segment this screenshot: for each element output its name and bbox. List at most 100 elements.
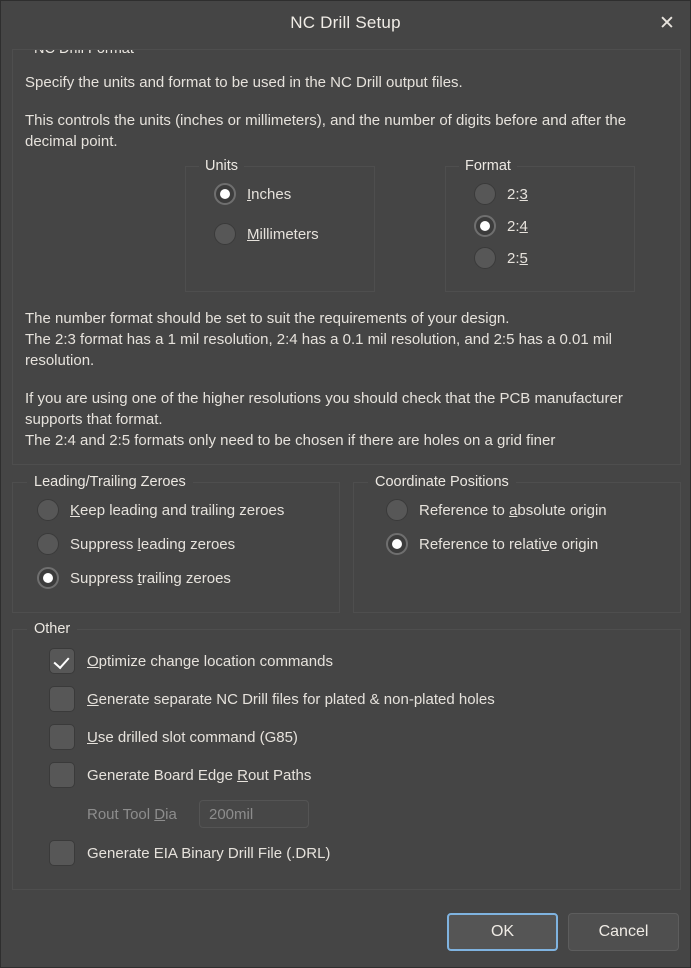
checkbox-eia-binary-drill-file[interactable]: Generate EIA Binary Drill File (.DRL) (49, 840, 668, 866)
units-group: Units Inches Millimeters (185, 158, 375, 292)
radio-icon-relative-origin[interactable] (386, 533, 408, 555)
label-post: ptimize change location commands (98, 652, 333, 670)
radio-icon-millimeters[interactable] (214, 223, 236, 245)
label-accel: U (87, 728, 98, 746)
label-pre: Generate Board Edge (87, 766, 238, 784)
footer-buttons: OK Cancel (12, 909, 679, 955)
radio-label-2-3[interactable]: 2:3 (507, 186, 528, 203)
label-accel: R (237, 766, 248, 784)
checkbox-board-edge-rout-paths[interactable]: Generate Board Edge Rout Paths (49, 762, 668, 788)
radio-format-2-4[interactable]: 2:4 (474, 215, 620, 237)
zeroes-coordinate-row: Leading/Trailing Zeroes Keep leading and… (12, 474, 681, 613)
checkbox-label-drilled-slot-command[interactable]: Use drilled slot command (G85) (87, 729, 298, 746)
radio-icon-absolute-origin[interactable] (386, 499, 408, 521)
format-paragraph-2: This controls the units (inches or milli… (25, 112, 627, 150)
checkbox-icon-generate-separate-files[interactable] (49, 686, 75, 712)
radio-format-2-5[interactable]: 2:5 (474, 247, 620, 269)
radio-icon-2-4[interactable] (474, 215, 496, 237)
checkbox-icon-eia-binary-drill-file[interactable] (49, 840, 75, 866)
radio-units-millimeters[interactable]: Millimeters (214, 223, 360, 245)
label-pre: Suppress (70, 535, 138, 553)
label-pre: 2: (507, 217, 520, 235)
radio-label-suppress-leading[interactable]: Suppress leading zeroes (70, 536, 235, 553)
radio-absolute-origin[interactable]: Reference to absolute origin (386, 499, 668, 521)
title-bar: NC Drill Setup ✕ (1, 1, 690, 45)
units-legend: Units (199, 158, 245, 174)
label-accel: 4 (519, 217, 528, 235)
format-paragraph-1: Specify the units and format to be used … (25, 74, 463, 91)
radio-suppress-trailing[interactable]: Suppress trailing zeroes (37, 567, 327, 589)
format-legend: Format (459, 158, 517, 174)
checkbox-label-optimize-change-location[interactable]: Optimize change location commands (87, 653, 333, 670)
radio-label-keep-zeroes[interactable]: Keep leading and trailing zeroes (70, 502, 284, 519)
label-pre: 2: (507, 185, 520, 203)
checkbox-generate-separate-files[interactable]: Generate separate NC Drill files for pla… (49, 686, 668, 712)
label-post: e origin (549, 535, 599, 553)
radio-keep-zeroes[interactable]: Keep leading and trailing zeroes (37, 499, 327, 521)
label-accel: 5 (519, 249, 528, 267)
coordinate-positions-group: Coordinate Positions Reference to absolu… (353, 474, 681, 613)
label-post: nches (251, 185, 292, 203)
radio-icon-suppress-trailing[interactable] (37, 567, 59, 589)
label-pre: Reference to relati (419, 535, 542, 553)
label-post: enerate separate NC Drill files for plat… (98, 690, 495, 708)
radio-label-2-4[interactable]: 2:4 (507, 218, 528, 235)
label-post: eading zeroes (140, 535, 236, 553)
radio-label-2-5[interactable]: 2:5 (507, 250, 528, 267)
radio-label-millimeters[interactable]: Millimeters (247, 226, 319, 243)
radio-label-inches[interactable]: Inches (247, 186, 291, 203)
coordinate-legend: Coordinate Positions (368, 474, 516, 490)
label-accel: 3 (519, 185, 528, 203)
rout-tool-dia-row: Rout Tool Dia (87, 800, 668, 828)
label-post: ia (165, 805, 177, 823)
checkbox-icon-drilled-slot-command[interactable] (49, 724, 75, 750)
radio-icon-2-5[interactable] (474, 247, 496, 269)
radio-relative-origin[interactable]: Reference to relative origin (386, 533, 668, 555)
rout-tool-dia-input[interactable] (199, 800, 309, 828)
rout-tool-dia-label: Rout Tool Dia (87, 806, 199, 823)
nc-drill-format-legend: NC Drill Format (27, 50, 141, 57)
checkbox-optimize-change-location[interactable]: Optimize change location commands (49, 648, 668, 674)
label-accel: G (87, 690, 99, 708)
checkbox-label-generate-separate-files[interactable]: Generate separate NC Drill files for pla… (87, 691, 495, 708)
label-post: eep leading and trailing zeroes (80, 501, 285, 519)
leading-trailing-zeroes-group: Leading/Trailing Zeroes Keep leading and… (12, 474, 340, 613)
radio-label-relative-origin[interactable]: Reference to relative origin (419, 536, 598, 553)
format-paragraph-3: The number format should be set to suit … (25, 310, 612, 369)
label-accel: D (154, 805, 166, 823)
cancel-button[interactable]: Cancel (568, 913, 679, 951)
radio-icon-inches[interactable] (214, 183, 236, 205)
label-post: out Paths (247, 766, 312, 784)
zeroes-legend: Leading/Trailing Zeroes (27, 474, 193, 490)
radio-units-inches[interactable]: Inches (214, 183, 360, 205)
label-accel: M (247, 225, 260, 243)
radio-label-suppress-trailing[interactable]: Suppress trailing zeroes (70, 570, 231, 587)
format-paragraph-4: If you are using one of the higher resol… (25, 390, 623, 449)
radio-suppress-leading[interactable]: Suppress leading zeroes (37, 533, 327, 555)
label-pre: Suppress (70, 569, 138, 587)
radio-icon-keep-zeroes[interactable] (37, 499, 59, 521)
label-pre: Reference to (419, 501, 510, 519)
other-legend: Other (27, 621, 78, 637)
dialog-title: NC Drill Setup (290, 13, 401, 32)
checkbox-icon-board-edge-rout-paths[interactable] (49, 762, 75, 788)
label-post: se drilled slot command (G85) (97, 728, 298, 746)
checkbox-icon-optimize-change-location[interactable] (49, 648, 75, 674)
checkbox-label-board-edge-rout-paths[interactable]: Generate Board Edge Rout Paths (87, 767, 311, 784)
units-format-row: Units Inches Millimeters Format 2:3 2:4 … (185, 158, 668, 292)
radio-icon-2-3[interactable] (474, 183, 496, 205)
label-post: illimeters (259, 225, 319, 243)
radio-icon-suppress-leading[interactable] (37, 533, 59, 555)
nc-drill-format-group: NC Drill Format Specify the units and fo… (12, 49, 681, 465)
label-pre: Generate EIA Binary Drill File (.DRL) (87, 844, 331, 862)
label-pre: Rout Tool (87, 805, 155, 823)
radio-format-2-3[interactable]: 2:3 (474, 183, 620, 205)
label-accel: O (87, 652, 99, 670)
checkbox-label-eia-binary-drill-file[interactable]: Generate EIA Binary Drill File (.DRL) (87, 845, 330, 862)
label-pre: 2: (507, 249, 520, 267)
checkbox-drilled-slot-command[interactable]: Use drilled slot command (G85) (49, 724, 668, 750)
close-icon[interactable]: ✕ (644, 1, 690, 45)
radio-label-absolute-origin[interactable]: Reference to absolute origin (419, 502, 607, 519)
label-post: bsolute origin (517, 501, 607, 519)
ok-button[interactable]: OK (447, 913, 558, 951)
